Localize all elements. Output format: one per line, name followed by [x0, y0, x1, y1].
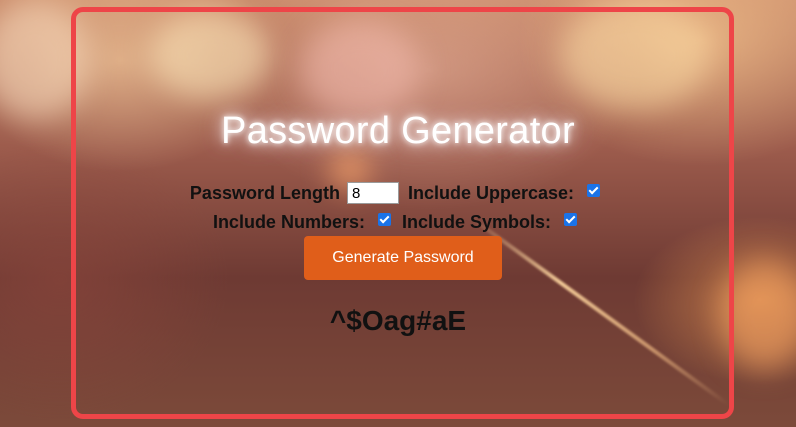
include-numbers-label: Include Numbers: — [212, 211, 365, 232]
include-numbers-checkbox[interactable] — [377, 212, 391, 226]
include-symbols-label: Include Symbols: — [402, 211, 552, 232]
password-length-input[interactable] — [346, 182, 399, 205]
generate-password-button[interactable]: Generate Password — [304, 236, 502, 280]
include-uppercase-checkbox[interactable] — [587, 183, 601, 197]
options-row-1: Password Length Include Uppercase: — [0, 182, 796, 205]
include-symbols-checkbox[interactable] — [564, 212, 578, 226]
password-length-label: Password Length — [189, 182, 340, 203]
include-uppercase-label: Include Uppercase: — [407, 182, 575, 203]
generated-password: ^$Oag#aE — [329, 305, 467, 336]
page-title: Password Generator — [221, 110, 575, 152]
options-row-2: Include Numbers: Include Symbols: — [0, 211, 796, 233]
